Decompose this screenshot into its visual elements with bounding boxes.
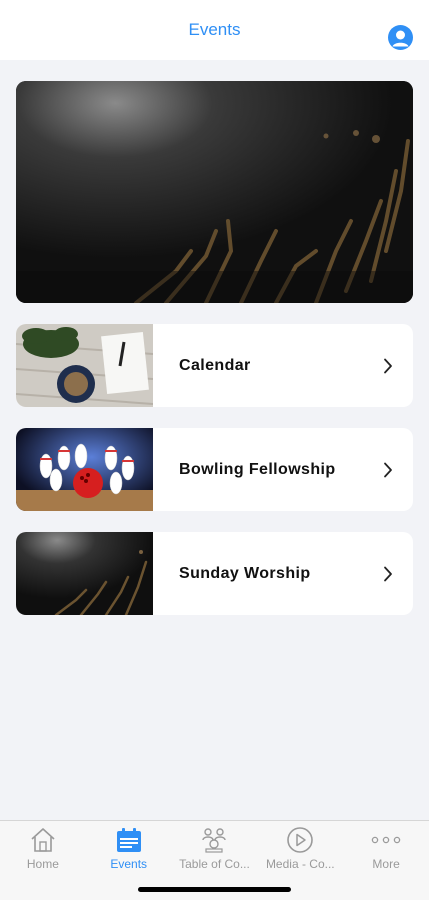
- chevron-right-icon: [384, 462, 392, 478]
- event-thumbnail: [16, 324, 153, 407]
- home-icon: [28, 826, 58, 854]
- home-indicator: [138, 887, 291, 892]
- tab-label: Events: [110, 857, 148, 871]
- calendar-desk-photo: [16, 324, 153, 407]
- top-nav-bar: Events: [0, 0, 429, 60]
- event-list: Calendar Bowling Fellowship Sunday Worsh…: [16, 324, 413, 636]
- chevron-right-icon: [384, 358, 392, 374]
- tab-label: Home: [26, 857, 59, 871]
- worship-hero-photo: [16, 81, 413, 303]
- profile-button[interactable]: [388, 25, 413, 50]
- tab-more[interactable]: More: [343, 821, 429, 900]
- event-label: Calendar: [179, 356, 251, 374]
- tab-label: Table of Co...: [179, 857, 250, 871]
- more-dots-icon: [371, 826, 401, 854]
- event-thumbnail: [16, 532, 153, 615]
- event-label: Bowling Fellowship: [179, 460, 336, 478]
- event-item-calendar[interactable]: Calendar: [16, 324, 413, 407]
- event-thumbnail: [16, 428, 153, 511]
- chevron-right-icon: [384, 566, 392, 582]
- calendar-icon: [114, 826, 144, 854]
- page-title: Events: [188, 20, 241, 39]
- tab-label: More: [372, 857, 400, 871]
- event-item-bowling-fellowship[interactable]: Bowling Fellowship: [16, 428, 413, 511]
- people-table-icon: [199, 826, 229, 854]
- tab-label: Media - Co...: [265, 857, 335, 871]
- event-label: Sunday Worship: [179, 564, 311, 582]
- play-circle-icon: [285, 826, 315, 854]
- event-item-sunday-worship[interactable]: Sunday Worship: [16, 532, 413, 615]
- tab-home[interactable]: Home: [0, 821, 86, 900]
- user-circle-icon: [392, 30, 409, 47]
- hero-banner-image[interactable]: [16, 81, 413, 303]
- worship-photo: [16, 532, 153, 615]
- bowling-photo: [16, 428, 153, 511]
